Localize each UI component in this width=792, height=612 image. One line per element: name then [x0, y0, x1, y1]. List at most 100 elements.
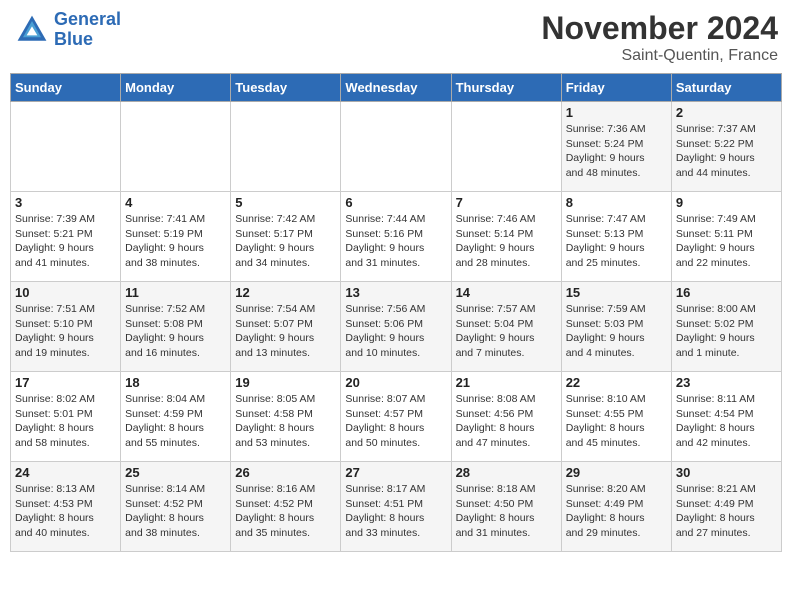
- calendar-cell: 24Sunrise: 8:13 AM Sunset: 4:53 PM Dayli…: [11, 462, 121, 552]
- calendar-header-row: SundayMondayTuesdayWednesdayThursdayFrid…: [11, 74, 782, 102]
- day-number: 28: [456, 465, 557, 480]
- day-number: 21: [456, 375, 557, 390]
- day-info: Sunrise: 7:46 AM Sunset: 5:14 PM Dayligh…: [456, 212, 557, 271]
- day-number: 9: [676, 195, 777, 210]
- calendar-cell: 23 Sunrise: 8:11 AM Sunset: 4:54 PM Dayli…: [671, 372, 781, 462]
- day-number: 3: [15, 195, 116, 210]
- calendar-cell: 8 Sunrise: 7:47 AM Sunset: 5:13 PM Daylig…: [561, 192, 671, 282]
- day-info: Sunrise: 8:20 AM Sunset: 4:49 PM Dayligh…: [566, 482, 667, 541]
- day-number: 2: [676, 105, 777, 120]
- day-number: 14: [456, 285, 557, 300]
- title-area: November 2024 Saint-Quentin, France: [541, 10, 778, 65]
- calendar-cell: 9 Sunrise: 7:49 AM Sunset: 5:11 PM Daylig…: [671, 192, 781, 282]
- day-number: 19: [235, 375, 336, 390]
- calendar-cell: 19 Sunrise: 8:05 AM Sunset: 4:58 PM Dayli…: [231, 372, 341, 462]
- calendar-week-row: 17Sunrise: 8:02 AM Sunset: 5:01 PM Dayli…: [11, 372, 782, 462]
- calendar-cell: 10Sunrise: 7:51 AM Sunset: 5:10 PM Dayli…: [11, 282, 121, 372]
- calendar-day-header: Sunday: [11, 74, 121, 102]
- day-number: 13: [345, 285, 446, 300]
- day-number: 24: [15, 465, 116, 480]
- calendar-week-row: 24Sunrise: 8:13 AM Sunset: 4:53 PM Dayli…: [11, 462, 782, 552]
- day-info: Sunrise: 7:42 AM Sunset: 5:17 PM Dayligh…: [235, 212, 336, 271]
- day-info: Sunrise: 7:57 AM Sunset: 5:04 PM Dayligh…: [456, 302, 557, 361]
- day-number: 23: [676, 375, 777, 390]
- day-number: 25: [125, 465, 226, 480]
- day-info: Sunrise: 8:17 AM Sunset: 4:51 PM Dayligh…: [345, 482, 446, 541]
- calendar-cell: 4 Sunrise: 7:41 AM Sunset: 5:19 PM Daylig…: [121, 192, 231, 282]
- calendar-cell: 14 Sunrise: 7:57 AM Sunset: 5:04 PM Dayli…: [451, 282, 561, 372]
- day-info: Sunrise: 8:02 AM Sunset: 5:01 PM Dayligh…: [15, 392, 116, 451]
- day-info: Sunrise: 7:56 AM Sunset: 5:06 PM Dayligh…: [345, 302, 446, 361]
- location-title: Saint-Quentin, France: [541, 47, 778, 65]
- day-number: 27: [345, 465, 446, 480]
- calendar-cell: 20 Sunrise: 8:07 AM Sunset: 4:57 PM Dayli…: [341, 372, 451, 462]
- day-info: Sunrise: 7:49 AM Sunset: 5:11 PM Dayligh…: [676, 212, 777, 271]
- calendar-cell: 27 Sunrise: 8:17 AM Sunset: 4:51 PM Dayli…: [341, 462, 451, 552]
- calendar-day-header: Saturday: [671, 74, 781, 102]
- day-number: 4: [125, 195, 226, 210]
- calendar-cell: 22 Sunrise: 8:10 AM Sunset: 4:55 PM Dayli…: [561, 372, 671, 462]
- calendar-cell: 30 Sunrise: 8:21 AM Sunset: 4:49 PM Dayli…: [671, 462, 781, 552]
- day-number: 30: [676, 465, 777, 480]
- calendar-cell: 12Sunrise: 7:54 AM Sunset: 5:07 PM Dayli…: [231, 282, 341, 372]
- calendar-cell: 26 Sunrise: 8:16 AM Sunset: 4:52 PM Dayli…: [231, 462, 341, 552]
- calendar-cell: [11, 102, 121, 192]
- day-info: Sunrise: 7:39 AM Sunset: 5:21 PM Dayligh…: [15, 212, 116, 271]
- day-info: Sunrise: 8:11 AM Sunset: 4:54 PM Dayligh…: [676, 392, 777, 451]
- day-number: 5: [235, 195, 336, 210]
- day-info: Sunrise: 8:04 AM Sunset: 4:59 PM Dayligh…: [125, 392, 226, 451]
- logo: General Blue: [14, 10, 121, 50]
- calendar-cell: 11 Sunrise: 7:52 AM Sunset: 5:08 PM Dayli…: [121, 282, 231, 372]
- calendar-cell: 29 Sunrise: 8:20 AM Sunset: 4:49 PM Dayli…: [561, 462, 671, 552]
- day-info: Sunrise: 8:10 AM Sunset: 4:55 PM Dayligh…: [566, 392, 667, 451]
- day-info: Sunrise: 7:52 AM Sunset: 5:08 PM Dayligh…: [125, 302, 226, 361]
- calendar-day-header: Monday: [121, 74, 231, 102]
- day-number: 15: [566, 285, 667, 300]
- calendar-day-header: Thursday: [451, 74, 561, 102]
- calendar-day-header: Wednesday: [341, 74, 451, 102]
- day-number: 6: [345, 195, 446, 210]
- day-info: Sunrise: 7:47 AM Sunset: 5:13 PM Dayligh…: [566, 212, 667, 271]
- day-info: Sunrise: 8:05 AM Sunset: 4:58 PM Dayligh…: [235, 392, 336, 451]
- calendar-cell: [451, 102, 561, 192]
- day-info: Sunrise: 7:37 AM Sunset: 5:22 PM Dayligh…: [676, 122, 777, 181]
- day-number: 22: [566, 375, 667, 390]
- day-number: 29: [566, 465, 667, 480]
- calendar-week-row: 1Sunrise: 7:36 AM Sunset: 5:24 PM Daylig…: [11, 102, 782, 192]
- logo-text: General Blue: [54, 10, 121, 50]
- day-info: Sunrise: 8:16 AM Sunset: 4:52 PM Dayligh…: [235, 482, 336, 541]
- header: General Blue November 2024 Saint-Quentin…: [10, 10, 782, 65]
- calendar-cell: 6 Sunrise: 7:44 AM Sunset: 5:16 PM Daylig…: [341, 192, 451, 282]
- day-number: 11: [125, 285, 226, 300]
- day-number: 16: [676, 285, 777, 300]
- calendar-cell: 28Sunrise: 8:18 AM Sunset: 4:50 PM Dayli…: [451, 462, 561, 552]
- day-number: 20: [345, 375, 446, 390]
- day-info: Sunrise: 7:59 AM Sunset: 5:03 PM Dayligh…: [566, 302, 667, 361]
- calendar-week-row: 10Sunrise: 7:51 AM Sunset: 5:10 PM Dayli…: [11, 282, 782, 372]
- logo-line2: Blue: [54, 29, 93, 49]
- day-number: 12: [235, 285, 336, 300]
- calendar-cell: 1Sunrise: 7:36 AM Sunset: 5:24 PM Daylig…: [561, 102, 671, 192]
- day-info: Sunrise: 8:14 AM Sunset: 4:52 PM Dayligh…: [125, 482, 226, 541]
- day-info: Sunrise: 8:07 AM Sunset: 4:57 PM Dayligh…: [345, 392, 446, 451]
- day-number: 26: [235, 465, 336, 480]
- day-info: Sunrise: 7:41 AM Sunset: 5:19 PM Dayligh…: [125, 212, 226, 271]
- month-title: November 2024: [541, 10, 778, 47]
- calendar-cell: 5 Sunrise: 7:42 AM Sunset: 5:17 PM Daylig…: [231, 192, 341, 282]
- day-info: Sunrise: 7:44 AM Sunset: 5:16 PM Dayligh…: [345, 212, 446, 271]
- calendar-cell: [121, 102, 231, 192]
- logo-icon: [14, 12, 50, 48]
- calendar-cell: 18Sunrise: 8:04 AM Sunset: 4:59 PM Dayli…: [121, 372, 231, 462]
- day-info: Sunrise: 8:00 AM Sunset: 5:02 PM Dayligh…: [676, 302, 777, 361]
- day-number: 10: [15, 285, 116, 300]
- calendar-day-header: Tuesday: [231, 74, 341, 102]
- day-info: Sunrise: 8:08 AM Sunset: 4:56 PM Dayligh…: [456, 392, 557, 451]
- day-info: Sunrise: 8:21 AM Sunset: 4:49 PM Dayligh…: [676, 482, 777, 541]
- day-number: 1: [566, 105, 667, 120]
- calendar-day-header: Friday: [561, 74, 671, 102]
- calendar-cell: [341, 102, 451, 192]
- day-number: 8: [566, 195, 667, 210]
- calendar-week-row: 3 Sunrise: 7:39 AM Sunset: 5:21 PM Daylig…: [11, 192, 782, 282]
- calendar-cell: 15 Sunrise: 7:59 AM Sunset: 5:03 PM Dayli…: [561, 282, 671, 372]
- calendar-cell: 16 Sunrise: 8:00 AM Sunset: 5:02 PM Dayli…: [671, 282, 781, 372]
